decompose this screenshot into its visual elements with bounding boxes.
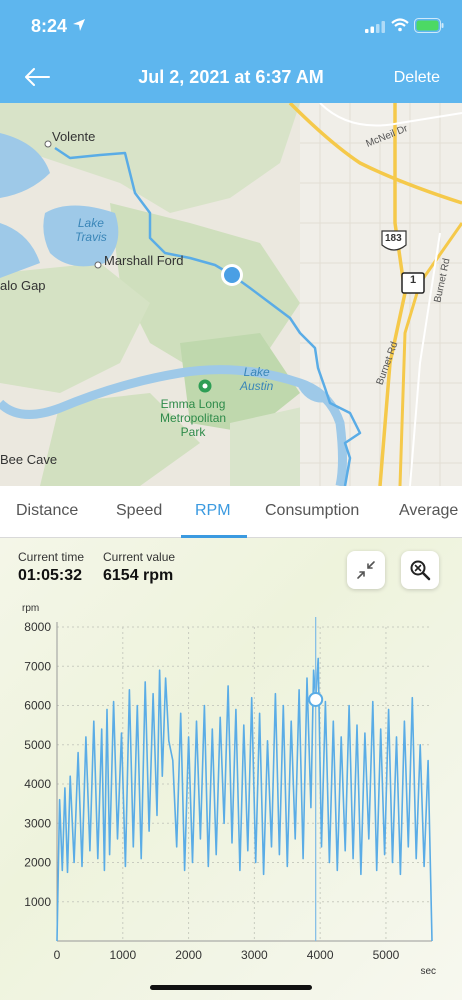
- tab-average[interactable]: Average: [399, 502, 458, 520]
- map-label-bee-cave: Bee Cave: [0, 452, 58, 467]
- rpm-series-line: [56, 657, 433, 942]
- cellular-signal-icon: [365, 21, 385, 33]
- rpm-line-chart[interactable]: 1000 2000 3000 4000 5000 6000 7000 8000 0 1000 200…: [0, 538, 462, 1000]
- x-tick-label: 0: [54, 948, 61, 962]
- metric-tabs: Distance Speed RPM Consumption Average: [0, 486, 462, 538]
- tab-speed[interactable]: Speed: [116, 502, 162, 520]
- page-title: Jul 2, 2021 at 6:37 AM: [138, 67, 324, 87]
- y-tick-label: 8000: [24, 620, 51, 634]
- app-header: 8:24 Jul 2, 2021 at 6:37 AM Delete: [0, 0, 462, 103]
- y-tick-label: 5000: [24, 738, 51, 752]
- map-label-lake-travis: Lake Travis: [75, 216, 107, 244]
- x-tick-label: 1000: [109, 948, 136, 962]
- battery-icon: [414, 18, 444, 33]
- y-tick-label: 4000: [24, 777, 51, 791]
- map-label-emma-long-park: Emma Long Metropolitan Park: [160, 397, 227, 439]
- highway-1-shield: 1: [410, 274, 417, 286]
- wifi-icon: [391, 18, 409, 32]
- status-time: 8:24: [31, 16, 68, 36]
- home-indicator: [150, 985, 312, 990]
- location-arrow-icon: [73, 19, 85, 31]
- x-tick-label: 5000: [373, 948, 400, 962]
- back-arrow-icon: [25, 68, 50, 86]
- tab-rpm[interactable]: RPM: [195, 502, 231, 520]
- tab-consumption[interactable]: Consumption: [265, 502, 359, 520]
- y-axis-label: rpm: [22, 603, 39, 614]
- y-tick-label: 6000: [24, 699, 51, 713]
- y-tick-label: 2000: [24, 856, 51, 870]
- cursor-point[interactable]: [308, 691, 324, 707]
- x-tick-label: 2000: [175, 948, 202, 962]
- x-axis-label: sec: [420, 966, 436, 977]
- y-tick-label: 3000: [24, 816, 51, 830]
- tab-distance[interactable]: Distance: [16, 502, 78, 520]
- map-label-lake-austin: Lake Austin: [240, 365, 274, 393]
- y-tick-label: 7000: [24, 659, 51, 673]
- route-map[interactable]: Volente Lake Travis Marshall Ford alo Ga…: [0, 103, 462, 486]
- y-tick-label: 1000: [24, 895, 51, 909]
- highway-183-shield: 183: [385, 233, 402, 244]
- delete-button[interactable]: Delete: [394, 69, 440, 87]
- map-label-alo-gap: alo Gap: [0, 278, 46, 293]
- x-tick-label: 4000: [307, 948, 334, 962]
- x-tick-label: 3000: [241, 948, 268, 962]
- map-label-volente: Volente: [52, 129, 96, 144]
- map-label-marshall-ford: Marshall Ford: [104, 253, 184, 268]
- map-canvas: [0, 103, 462, 486]
- navigation-bar: Jul 2, 2021 at 6:37 AM Delete: [0, 54, 462, 103]
- back-button[interactable]: [20, 64, 54, 90]
- status-bar: 8:24: [0, 0, 462, 54]
- chart-panel: Current time 01:05:32 Current value 6154…: [0, 538, 462, 1000]
